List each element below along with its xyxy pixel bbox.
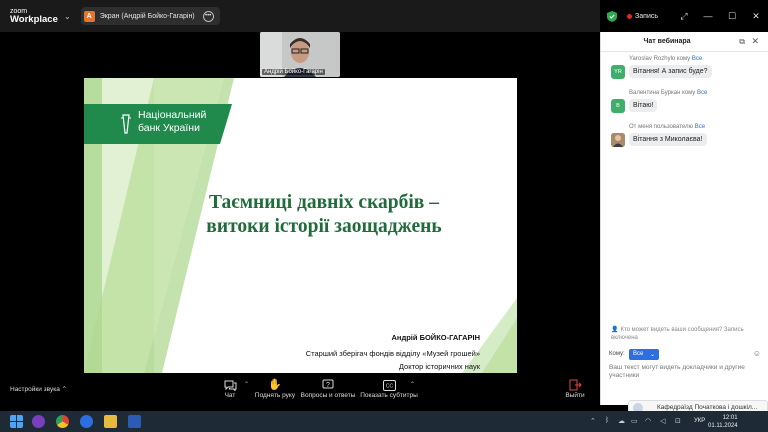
message-recipient: Все	[694, 124, 706, 130]
zoom-window: zoom Workplace ⌄ A Экран (Андрій Бойко-Г…	[0, 0, 768, 432]
recording-label[interactable]: Запись	[635, 13, 658, 20]
emoji-icon[interactable]: ☺	[753, 349, 761, 358]
leave-label: Выйти	[565, 392, 585, 399]
qa-label: Вопросы и ответы	[300, 392, 356, 399]
top-bar: zoom Workplace ⌄ A Экран (Андрій Бойко-Г…	[0, 0, 600, 32]
chat-visibility-notice[interactable]: 👤 Кто может видеть ваши сообщения? Запись…	[611, 326, 761, 342]
subtitles-chevron-icon[interactable]: ⌃	[410, 381, 415, 388]
nbu-logo-line1: Національний	[138, 109, 207, 121]
presenter-avatar: A	[83, 10, 95, 22]
bluetooth-icon[interactable]: ᛒ	[605, 417, 609, 424]
volume-icon[interactable]: ◁	[660, 417, 665, 425]
svg-text:CC: CC	[385, 383, 393, 389]
message-sender: Валентина Буркан	[629, 90, 681, 96]
sound-settings-button[interactable]: Настройки звука ⌃	[10, 385, 67, 393]
message-recipient: Все	[696, 90, 708, 96]
message-to-word: кому	[676, 56, 691, 62]
raise-hand-button[interactable]: ✋ Поднять руку	[245, 378, 305, 399]
message-sender: Yaroslav Rozhylo	[629, 56, 676, 62]
recording-dot-icon	[627, 13, 633, 19]
subtitles-label: Показать субтитры	[360, 392, 418, 399]
svg-text:?: ?	[326, 382, 330, 389]
chat-message-meta: Yaroslav Rozhylo кому Все	[629, 56, 702, 62]
chat-bubble: Вітання! А запис буде?	[629, 65, 712, 78]
zoom-taskbar-icon[interactable]	[80, 415, 93, 428]
battery-icon[interactable]: ▭	[631, 417, 638, 425]
popout-icon[interactable]: ⧉	[739, 37, 745, 47]
slide-title: Таємниці давніх скарбів – витоки історії…	[179, 191, 469, 239]
chat-visibility-text: Кто может видеть ваши сообщения? Запись …	[611, 327, 744, 341]
chat-recipient-row: Кому: Все ⌄ ☺	[609, 349, 761, 361]
wifi-icon[interactable]: ◠	[645, 417, 651, 425]
viber-icon[interactable]	[32, 415, 45, 428]
chat-title: Чат вебинара	[643, 38, 691, 45]
notification-text: Кафедраїзд Початкова і дошкіл...	[657, 404, 758, 411]
chevron-down-icon[interactable]: ⌄	[64, 12, 71, 21]
tray-chevron-icon[interactable]: ⌃	[590, 417, 596, 425]
slide-author-degree: Доктор історичних наук	[398, 362, 480, 371]
message-to-word: кому	[682, 90, 696, 96]
avatar	[611, 133, 625, 147]
windows-taskbar: ⌃ ᛒ ☁ ▭ ◠ ◁ ⊡ УКР 12:01 01.11.2024	[0, 411, 768, 432]
input-language[interactable]: УКР	[694, 418, 705, 424]
people-icon: 👤	[611, 327, 619, 333]
chat-input[interactable]: Ваш текст могут видеть докладчики и друг…	[609, 364, 759, 380]
slide-title-line2: витоки історії заощаджень	[206, 216, 442, 237]
close-window-button[interactable]: ✕	[744, 11, 768, 22]
avatar: YR	[611, 65, 625, 79]
word-icon[interactable]	[128, 415, 141, 428]
sound-settings-label: Настройки звука	[10, 386, 60, 393]
meeting-toolbar: Настройки звука ⌃ Чат ⌃ ✋ Поднять руку ?…	[0, 375, 600, 405]
chat-bubble: Вітання з Миколаєва!	[629, 133, 707, 146]
raise-hand-label: Поднять руку	[254, 392, 296, 399]
message-sender: От меня пользователю	[629, 124, 694, 130]
slide-title-line1: Таємниці давніх скарбів –	[209, 192, 439, 213]
presenter-name-label: Андрій Бойко-Гагарін	[262, 69, 325, 75]
recipient-select[interactable]: Все ⌄	[629, 349, 659, 360]
brand-name: Workplace	[10, 14, 58, 25]
message-recipient: Все	[691, 56, 703, 62]
slide-author: Андрій БОЙКО-ГАГАРІН	[391, 333, 480, 342]
nbu-logo-line2: банк України	[138, 122, 200, 134]
onedrive-icon[interactable]: ☁	[618, 417, 625, 425]
clock-time: 12:01	[722, 415, 738, 421]
chevron-down-icon: ⌄	[649, 352, 655, 358]
chrome-icon[interactable]	[56, 415, 69, 428]
shared-slide: Національний банк України Таємниці давні…	[84, 78, 517, 373]
file-explorer-icon[interactable]	[104, 415, 117, 428]
chat-header: Чат вебинара ⧉ ✕	[601, 32, 768, 52]
nbu-logo-text: Національний банк України	[138, 109, 206, 135]
chat-bubble: Вітаю!	[629, 99, 658, 112]
screen-share-tab[interactable]: A Экран (Андрій Бойко-Гагарін) •••	[80, 7, 220, 25]
qa-button[interactable]: ? Вопросы и ответы	[298, 378, 358, 399]
zoom-logo: zoom Workplace	[0, 8, 60, 24]
system-clock[interactable]: 12:01 01.11.2024	[708, 414, 738, 430]
fullscreen-icon[interactable]: ⤢	[672, 11, 696, 22]
window-controls: Запись ⤢ — ☐ ✕	[607, 0, 768, 32]
network-icon[interactable]: ⊡	[675, 417, 681, 425]
shield-icon[interactable]	[607, 10, 618, 22]
to-label: Кому:	[609, 351, 625, 357]
presenter-video-thumbnail[interactable]: Андрій Бойко-Гагарін	[260, 32, 340, 77]
screen-share-title: Экран (Андрій Бойко-Гагарін)	[99, 12, 195, 20]
windows-start-icon[interactable]	[10, 415, 23, 428]
minimize-button[interactable]: —	[696, 11, 720, 21]
nbu-emblem-icon	[121, 114, 131, 134]
avatar: В	[611, 99, 625, 113]
clock-date: 01.11.2024	[708, 423, 738, 429]
chevron-up-icon: ⌃	[61, 386, 68, 393]
maximize-button[interactable]: ☐	[720, 11, 744, 22]
leave-icon	[545, 378, 605, 392]
close-chat-icon[interactable]: ✕	[751, 36, 759, 47]
chat-message-meta: От меня пользователю Все	[629, 124, 705, 130]
qa-icon: ?	[298, 378, 358, 392]
slide-author-position: Старший зберігач фондів відділу «Музей г…	[305, 349, 480, 358]
hand-icon: ✋	[268, 379, 282, 391]
chat-panel: Чат вебинара ⧉ ✕ Yaroslav Rozhylo кому В…	[600, 32, 768, 405]
leave-button[interactable]: Выйти	[545, 378, 605, 399]
chat-message-meta: Валентина Буркан кому Все	[629, 90, 707, 96]
recipient-value: Все	[633, 351, 644, 357]
more-options-icon[interactable]: •••	[202, 10, 214, 22]
